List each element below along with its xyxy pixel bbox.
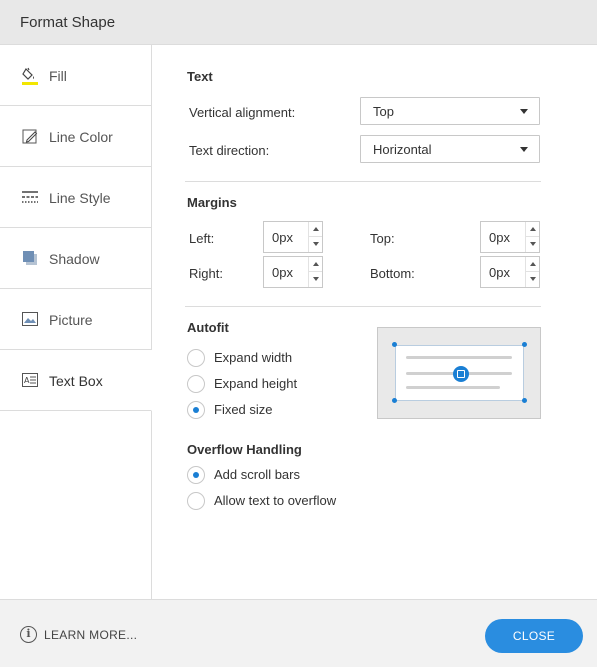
increment-button[interactable] [526,257,539,272]
text-direction-label: Text direction: [189,143,270,158]
radio-button[interactable] [187,492,205,510]
margin-left-label: Left: [189,231,215,246]
margin-right-value: 0px [272,265,293,280]
margin-bottom-value: 0px [489,265,510,280]
overflow-section-title: Overflow Handling [187,442,302,457]
margin-right-stepper[interactable]: 0px [263,256,323,288]
margin-left-value: 0px [272,230,293,245]
svg-text:A: A [24,376,30,385]
line-style-icon [22,189,38,205]
sidebar-item-line-color[interactable]: Line Color [0,106,151,167]
divider [185,306,541,307]
radio-button[interactable] [187,466,205,484]
info-icon: i [20,626,37,643]
resize-handle [522,398,527,403]
title-bar: Format Shape [0,0,597,45]
text-section-title: Text [187,69,213,84]
sidebar-item-picture[interactable]: Picture [0,289,151,350]
margin-bottom-stepper[interactable]: 0px [480,256,540,288]
resize-handle [392,342,397,347]
sidebar-item-line-style[interactable]: Line Style [0,167,151,228]
stepper-arrows [308,257,322,287]
margin-right-label: Right: [189,266,223,281]
decrement-button[interactable] [309,237,322,252]
sidebar-item-label: Text Box [49,373,103,389]
paint-bucket-icon [22,67,38,85]
stepper-arrows [308,222,322,252]
learn-more-label: LEARN MORE... [44,628,138,642]
sidebar-item-shadow[interactable]: Shadow [0,228,151,289]
decrement-button[interactable] [309,272,322,287]
radio-label: Allow text to overflow [214,493,337,508]
shadow-icon [22,250,38,266]
margin-bottom-label: Bottom: [370,266,415,281]
sidebar-item-label: Shadow [49,251,100,267]
close-button[interactable]: CLOSE [485,619,583,653]
text-box-icon: A [22,372,38,388]
sidebar: Fill Line Color Line Style Shadow Pictur… [0,45,152,599]
radio-label: Add scroll bars [214,467,300,482]
preview-text-line [406,356,512,359]
sidebar-item-label: Line Color [49,129,113,145]
preview-text-box [395,345,524,401]
increment-button[interactable] [309,222,322,237]
vertical-alignment-select[interactable]: Top [360,97,540,125]
radio-button[interactable] [187,349,205,367]
autofit-section-title: Autofit [187,320,229,335]
sidebar-item-text-box[interactable]: A Text Box [0,350,152,411]
radio-label: Fixed size [214,402,273,417]
picture-icon [22,311,38,327]
sidebar-item-label: Picture [49,312,93,328]
chevron-down-icon [520,109,528,114]
margins-section-title: Margins [187,195,237,210]
decrement-button[interactable] [526,237,539,252]
sidebar-item-fill[interactable]: Fill [0,45,151,106]
sidebar-item-label: Line Style [49,190,111,206]
radio-label: Expand width [214,350,293,365]
increment-button[interactable] [526,222,539,237]
text-direction-value: Horizontal [373,142,432,157]
text-box-panel: Text Vertical alignment: Top Text direct… [152,45,597,599]
radio-button[interactable] [187,401,205,419]
preview-text-line [406,386,500,389]
vertical-alignment-value: Top [373,104,394,119]
dialog-title: Format Shape [20,14,116,31]
vertical-alignment-label: Vertical alignment: [189,105,296,120]
radio-button[interactable] [187,375,205,393]
margin-top-value: 0px [489,230,510,245]
stepper-arrows [525,257,539,287]
margin-left-stepper[interactable]: 0px [263,221,323,253]
radio-label: Expand height [214,376,298,391]
sidebar-item-label: Fill [49,68,67,84]
text-direction-select[interactable]: Horizontal [360,135,540,163]
autofit-preview [377,327,541,419]
increment-button[interactable] [309,257,322,272]
stepper-arrows [525,222,539,252]
dialog-footer: i LEARN MORE... CLOSE [0,599,597,667]
chevron-down-icon [520,147,528,152]
margin-top-label: Top: [370,231,395,246]
move-handle-icon [453,366,469,382]
margin-top-stepper[interactable]: 0px [480,221,540,253]
resize-handle [392,398,397,403]
decrement-button[interactable] [526,272,539,287]
pencil-icon [22,128,38,144]
divider [185,181,541,182]
resize-handle [522,342,527,347]
